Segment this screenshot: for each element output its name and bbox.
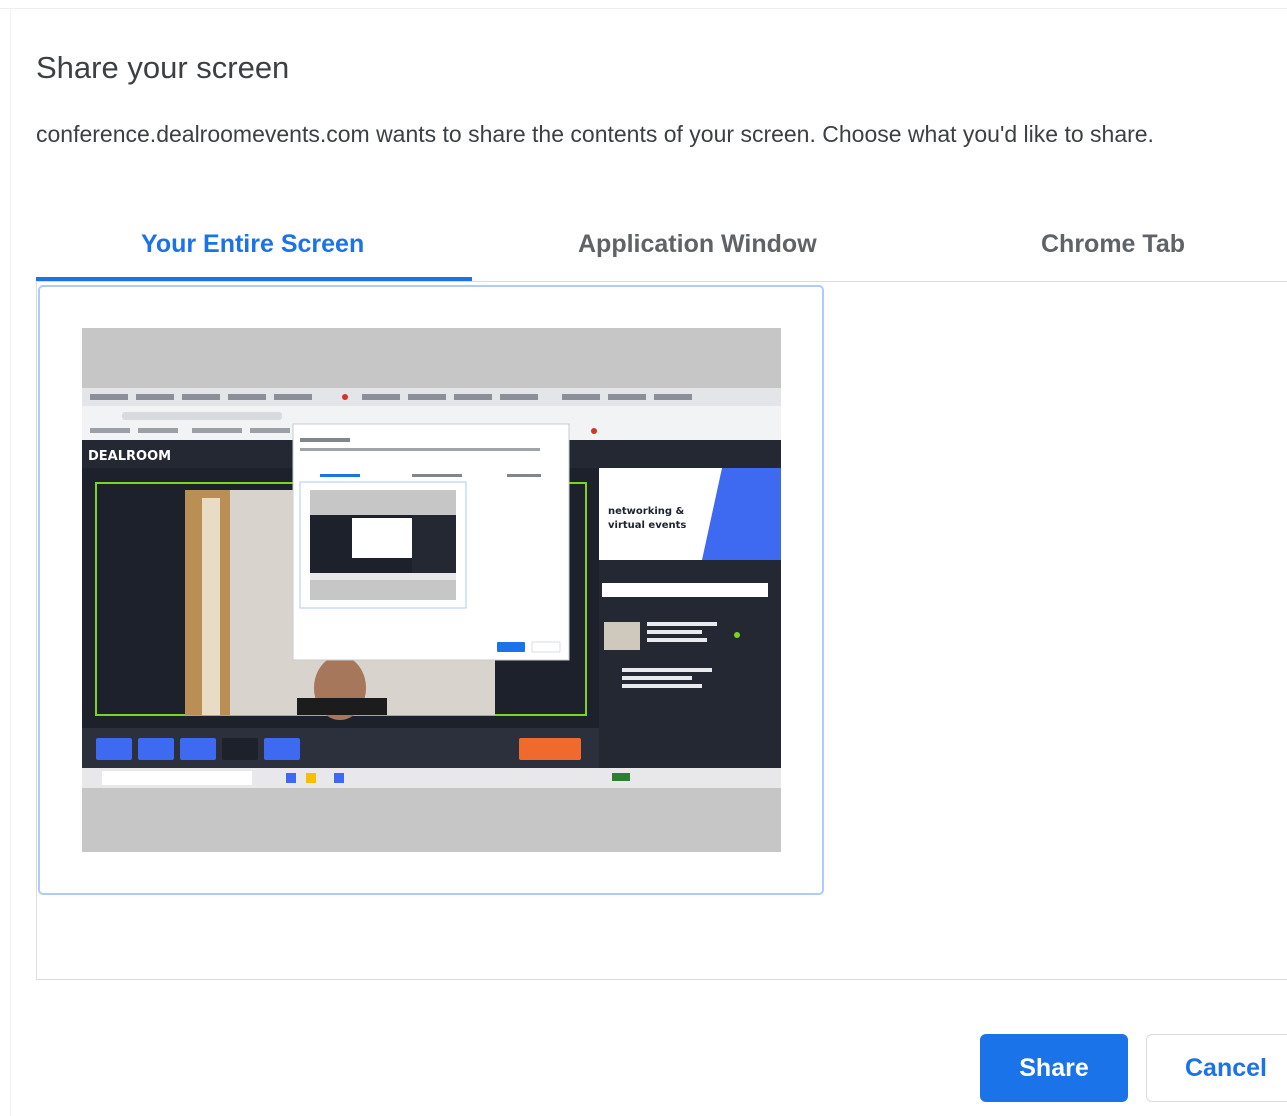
tab-entire-screen[interactable]: Your Entire Screen [141,230,364,259]
share-button[interactable]: Share [980,1034,1128,1102]
thumbnail-app-logo: DEALROOM [88,449,171,464]
screen-thumbnail: DEALROOM networking & virtual events [82,328,781,852]
dialog-top-border [0,8,1287,9]
dialog-left-border [10,8,11,1116]
thumbnail-promo-line2: virtual events [608,520,686,531]
tab-application-window[interactable]: Application Window [578,230,817,259]
dialog-description: conference.dealroomevents.com wants to s… [36,121,1154,147]
dialog-title: Share your screen [36,50,290,85]
thumbnail-promo-line1: networking & [608,506,685,517]
tab-chrome-tab[interactable]: Chrome Tab [1041,230,1185,259]
cancel-button[interactable]: Cancel [1146,1034,1287,1102]
